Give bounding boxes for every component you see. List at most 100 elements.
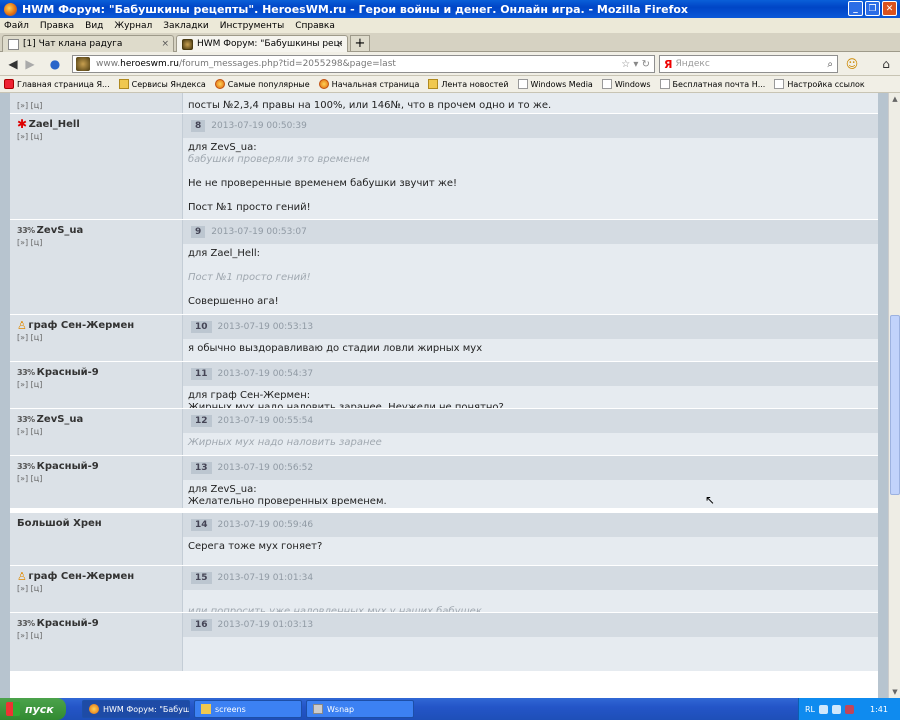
bookmark-item[interactable]: Windows — [601, 79, 651, 89]
url-bar[interactable]: www. heroeswm.ru /forum_messages.php?tid… — [72, 55, 655, 73]
post-number[interactable]: 8 — [191, 120, 206, 132]
post-text — [183, 637, 878, 641]
post-text: для Zael_Hell: Пост №1 просто гений! Совер… — [183, 244, 878, 308]
page-icon — [8, 38, 19, 50]
language-indicator[interactable]: RL — [805, 705, 815, 714]
new-tab-button[interactable]: + — [350, 35, 370, 52]
bookmark-item[interactable]: Самые популярные — [214, 79, 310, 89]
author-links[interactable]: [»] [ц] — [17, 631, 182, 640]
vertical-scrollbar[interactable]: ▲ ▼ — [888, 93, 900, 698]
post-number[interactable]: 14 — [191, 519, 212, 531]
author-name[interactable]: Красный-9 — [37, 461, 99, 472]
author-name[interactable]: ZevS_ua — [37, 414, 84, 425]
post-number[interactable]: 16 — [191, 619, 212, 631]
author-name[interactable]: граф Сен-Жермен — [28, 320, 134, 331]
author-name-row: 33% ZevS_ua — [17, 412, 182, 426]
bookmark-item[interactable]: Настройка ссылок — [774, 79, 865, 89]
home-sync-icon[interactable]: ● — [47, 55, 63, 73]
author-links[interactable]: [»] [ц] — [17, 474, 182, 483]
menu-tools[interactable]: Инструменты — [220, 21, 284, 31]
author-links[interactable]: [»] [ц] — [17, 238, 182, 247]
post-number[interactable]: 13 — [191, 462, 212, 474]
clan-knight-icon: ♙ — [17, 318, 27, 332]
author-name[interactable]: ZevS_ua — [37, 225, 84, 236]
minimize-button[interactable]: _ — [848, 1, 863, 16]
author-links[interactable]: [»] [ц] — [17, 427, 182, 436]
forum-post: ♙ граф Сен-Жермен [»] [ц] 15 2013-07-19 01:0… — [10, 565, 878, 629]
start-button[interactable]: пуск — [0, 698, 66, 720]
back-arrow-icon[interactable]: ◀ — [5, 55, 21, 73]
author-name[interactable]: Большой Хрен — [17, 518, 102, 529]
scroll-thumb[interactable] — [890, 315, 900, 495]
menu-view[interactable]: Вид — [85, 21, 103, 31]
tray-icon[interactable] — [819, 704, 829, 714]
author-name[interactable]: Zael_Hell — [29, 119, 80, 130]
scroll-down-icon[interactable]: ▼ — [889, 686, 900, 698]
bookmark-item[interactable]: Бесплатная почта Н... — [659, 79, 766, 89]
clan-badge-icon: 33% — [17, 367, 35, 377]
menu-history[interactable]: Журнал — [114, 21, 152, 31]
bookmark-item[interactable]: Лента новостей — [428, 79, 509, 89]
quote-line: бабушки проверяли это временем — [188, 154, 370, 165]
post-number[interactable]: 10 — [191, 321, 212, 333]
tab-clan-chat[interactable]: [1] Чат клана радуга × — [2, 35, 174, 52]
author-links[interactable]: [»] [ц] — [17, 101, 182, 110]
menu-help[interactable]: Справка — [295, 21, 335, 31]
author-name[interactable]: граф Сен-Жермен — [28, 571, 134, 582]
bookmark-item[interactable]: Главная страница Я... — [4, 79, 110, 89]
window-titlebar[interactable]: HWM Форум: "Бабушкины рецепты". HeroesWM… — [0, 0, 900, 18]
post-date: 2013-07-19 00:50:39 — [211, 121, 307, 131]
search-input[interactable]: Я Яндекс ⌕ — [659, 55, 838, 73]
clan-badge-icon: 33% — [17, 414, 35, 424]
addon-icon[interactable]: ☺ — [844, 55, 860, 73]
maximize-button[interactable]: ❐ — [865, 1, 880, 16]
firefox-icon — [89, 704, 99, 714]
author-links[interactable]: [»] [ц] — [17, 132, 182, 141]
home-icon[interactable]: ⌂ — [878, 55, 894, 73]
menu-bookmarks[interactable]: Закладки — [163, 21, 209, 31]
post-date: 2013-07-19 00:54:37 — [217, 369, 314, 379]
author-links[interactable]: [»] [ц] — [17, 584, 182, 593]
page-icon — [601, 79, 612, 89]
post-body: 15 2013-07-19 01:01:34 или попросить уже н… — [183, 566, 878, 629]
bookmarks-toolbar: Главная страница Я... Сервисы Яндекса Са… — [0, 76, 900, 93]
menu-file[interactable]: Файл — [4, 21, 29, 31]
author-name[interactable]: Красный-9 — [37, 367, 99, 378]
post-number[interactable]: 9 — [191, 226, 206, 238]
taskbar-item-firefox[interactable]: HWM Форум: "Бабушк... — [82, 700, 190, 718]
menu-edit[interactable]: Правка — [40, 21, 74, 31]
tab-forum[interactable]: HWM Форум: "Бабушкины рецепты". Н... × — [176, 35, 348, 52]
clan-badge-icon: 33% — [17, 618, 35, 628]
close-button[interactable]: ✕ — [882, 1, 897, 16]
post-author-cell: ♙ граф Сен-Жермен [»] [ц] — [10, 566, 183, 612]
post-number[interactable]: 15 — [191, 572, 212, 584]
post-body: 8 2013-07-19 00:50:39 для ZevS_ua: бабушки … — [183, 114, 878, 219]
scroll-up-icon[interactable]: ▲ — [889, 93, 900, 105]
post-text: посты №2,3,4 правы на 100%, или 146№, чт… — [183, 93, 878, 112]
taskbar-item-screens[interactable]: screens — [194, 700, 302, 718]
forward-arrow-icon[interactable]: ▶ — [23, 55, 37, 73]
author-name[interactable]: Красный-9 — [37, 618, 99, 629]
bookmark-label: Windows Media — [530, 79, 593, 89]
bookmark-item[interactable]: Начальная страница — [318, 79, 419, 89]
taskbar-item-wsnap[interactable]: Wsnap — [306, 700, 414, 718]
author-name-row: Большой Хрен — [17, 516, 182, 530]
bookmark-label: Главная страница Я... — [17, 79, 110, 89]
system-tray: RL 1:41 — [798, 698, 900, 720]
tray-icon[interactable] — [832, 704, 842, 714]
author-links[interactable]: [»] [ц] — [17, 380, 182, 389]
post-number[interactable]: 11 — [191, 368, 212, 380]
bookmark-item[interactable]: Сервисы Яндекса — [118, 79, 206, 89]
tab-close-icon[interactable]: × — [161, 39, 169, 49]
author-links[interactable]: [»] [ц] — [17, 333, 182, 342]
post-number[interactable]: 12 — [191, 415, 212, 427]
bookmark-item[interactable]: Windows Media — [517, 79, 593, 89]
text-line: Серега тоже мух гоняет? — [188, 541, 323, 552]
bookmark-star-icon[interactable]: ☆ ▾ ↻ — [621, 59, 650, 70]
taskbar: пуск HWM Форум: "Бабушк... screens Wsnap… — [0, 698, 900, 720]
tab-close-icon[interactable]: × — [335, 39, 343, 49]
url-prefix: www. — [96, 59, 121, 69]
bookmark-label: Бесплатная почта Н... — [672, 79, 766, 89]
tray-icon[interactable] — [845, 704, 855, 714]
search-icon[interactable]: ⌕ — [827, 59, 833, 70]
